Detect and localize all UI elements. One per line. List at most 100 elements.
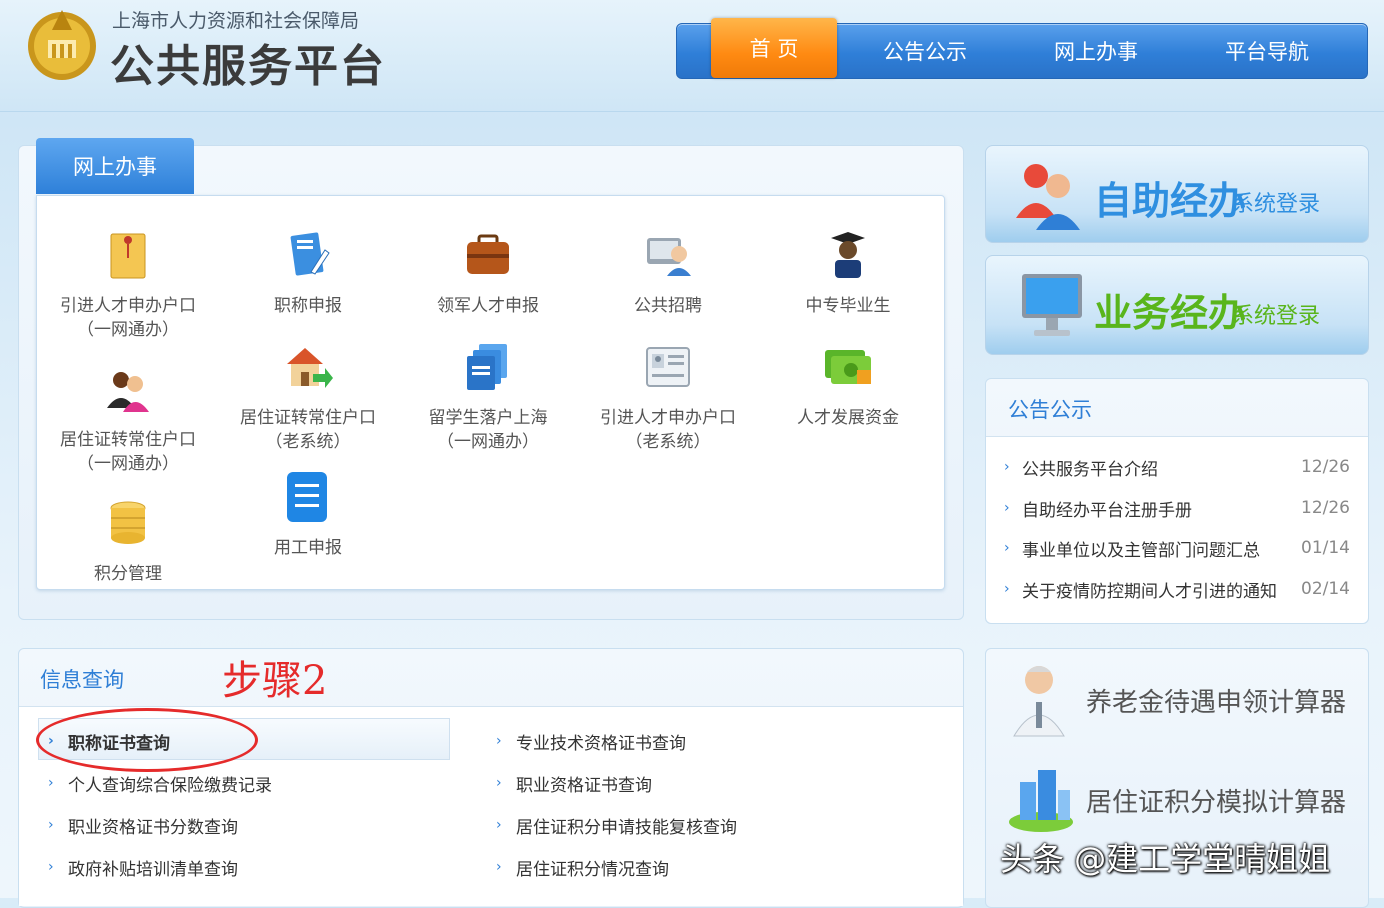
notice-item[interactable]: › 自助经办平台注册手册 12/26 bbox=[1004, 493, 1350, 523]
self-service-title: 自助经办 bbox=[1094, 179, 1247, 223]
service-talent-hukou-old[interactable]: 引进人才申办户口 （老系统） bbox=[578, 340, 758, 454]
chevron-right-icon: › bbox=[48, 859, 54, 875]
notices-title: 公告公示 bbox=[1008, 398, 1092, 422]
service-talent-fund[interactable]: 人才发展资金 bbox=[758, 340, 938, 430]
points-calculator-link[interactable]: 居住证积分模拟计算器 bbox=[1002, 756, 1362, 842]
query-skill-review[interactable]: › 居住证积分申请技能复核查询 bbox=[496, 810, 737, 840]
chevron-right-icon: › bbox=[496, 817, 502, 833]
service-label: 公共招聘 bbox=[634, 296, 702, 316]
query-label: 居住证积分情况查询 bbox=[516, 859, 669, 880]
query-label: 个人查询综合保险缴费记录 bbox=[68, 775, 272, 796]
platform-title: 公共服务平台 bbox=[110, 41, 386, 92]
chevron-right-icon: › bbox=[496, 859, 502, 875]
service-label: 居住证转常住户口 bbox=[60, 430, 196, 450]
service-overseas-students-settle[interactable]: 留学生落户上海 （一网通办） bbox=[398, 340, 578, 454]
chevron-right-icon: › bbox=[1004, 581, 1010, 597]
notice-text: 公共服务平台介绍 bbox=[1022, 459, 1158, 480]
service-sublabel: （老系统） bbox=[625, 432, 711, 452]
query-residence-points[interactable]: › 居住证积分情况查询 bbox=[496, 852, 669, 882]
envelope-icon bbox=[110, 233, 146, 279]
service-talent-hukou-ywtb[interactable]: 引进人才申办户口 （一网通办） bbox=[38, 228, 218, 342]
notice-text: 自助经办平台注册手册 bbox=[1022, 500, 1192, 521]
house-arrow-icon bbox=[287, 348, 333, 388]
query-vocational-certificate[interactable]: › 职业资格证书查询 bbox=[496, 768, 652, 798]
query-label: 职业资格证书查询 bbox=[516, 775, 652, 796]
query-label: 职业资格证书分数查询 bbox=[68, 817, 238, 838]
service-label: 引进人才申办户口 bbox=[60, 296, 196, 316]
nav-home[interactable]: 首 页 bbox=[711, 18, 837, 78]
query-professional-qualification[interactable]: › 专业技术资格证书查询 bbox=[496, 726, 686, 756]
self-service-login-banner[interactable]: 自助经办 系统登录 bbox=[985, 145, 1369, 243]
query-label: 政府补贴培训清单查询 bbox=[68, 859, 238, 880]
briefcase-icon bbox=[467, 234, 509, 274]
business-title: 业务经办 bbox=[1094, 291, 1247, 335]
service-label: 职称申报 bbox=[274, 296, 342, 316]
service-residence-to-hukou-ywtb[interactable]: 居住证转常住户口 （一网通办） bbox=[38, 362, 218, 476]
people-icon bbox=[107, 372, 149, 412]
notice-date: 12/26 bbox=[1301, 498, 1350, 518]
recruiter-icon bbox=[647, 238, 691, 276]
query-insurance-records[interactable]: › 个人查询综合保险缴费记录 bbox=[48, 768, 272, 798]
pension-calculator-label: 养老金待遇申领计算器 bbox=[1086, 688, 1347, 718]
nav-online-services[interactable]: 网上办事 bbox=[1013, 24, 1179, 78]
chevron-right-icon: › bbox=[1004, 459, 1010, 475]
self-service-subtitle: 系统登录 bbox=[1232, 192, 1321, 217]
service-sublabel: （一网通办） bbox=[77, 454, 179, 474]
service-sublabel: （一网通办） bbox=[437, 432, 539, 452]
chevron-right-icon: › bbox=[496, 775, 502, 791]
business-subtitle: 系统登录 bbox=[1232, 304, 1321, 329]
monitor-icon bbox=[1022, 274, 1082, 336]
chevron-right-icon: › bbox=[496, 733, 502, 749]
query-vocational-scores[interactable]: › 职业资格证书分数查询 bbox=[48, 810, 238, 840]
notice-date: 02/14 bbox=[1301, 579, 1350, 599]
service-sublabel: （一网通办） bbox=[77, 320, 179, 340]
service-label: 居住证转常住户口 bbox=[240, 408, 376, 428]
service-title-declaration[interactable]: 职称申报 bbox=[218, 228, 398, 318]
chevron-right-icon: › bbox=[1004, 540, 1010, 556]
buildings-icon bbox=[1009, 770, 1073, 832]
step-annotation: 步骤2 bbox=[222, 658, 328, 704]
users-icon bbox=[1016, 164, 1080, 230]
query-training-list[interactable]: › 政府补贴培训清单查询 bbox=[48, 852, 238, 882]
service-label: 人才发展资金 bbox=[797, 408, 899, 428]
query-label: 居住证积分申请技能复核查询 bbox=[516, 817, 737, 838]
chevron-right-icon: › bbox=[48, 817, 54, 833]
service-leading-talent[interactable]: 领军人才申报 bbox=[398, 228, 578, 318]
notice-item[interactable]: › 关于疫情防控期间人才引进的通知 02/14 bbox=[1004, 574, 1350, 604]
service-label: 中专毕业生 bbox=[805, 296, 891, 316]
service-points-management[interactable]: 积分管理 bbox=[38, 496, 218, 586]
service-label: 积分管理 bbox=[94, 564, 162, 584]
query-label: 专业技术资格证书查询 bbox=[516, 733, 686, 754]
service-sublabel: （老系统） bbox=[265, 432, 351, 452]
notice-item[interactable]: › 事业单位以及主管部门问题汇总 01/14 bbox=[1004, 533, 1350, 563]
emblem-logo-icon[interactable] bbox=[24, 6, 100, 82]
service-label: 留学生落户上海 bbox=[428, 408, 548, 428]
service-vocational-graduates[interactable]: 中专毕业生 bbox=[758, 228, 938, 318]
highlight-ellipse bbox=[36, 708, 258, 772]
service-label: 领军人才申报 bbox=[437, 296, 539, 316]
document-pen-icon bbox=[290, 232, 330, 276]
graduate-icon bbox=[831, 232, 865, 278]
chevron-right-icon: › bbox=[48, 775, 54, 791]
service-employment-declaration[interactable]: 用工申报 bbox=[218, 470, 398, 560]
nav-platform-guide[interactable]: 平台导航 bbox=[1179, 24, 1355, 78]
service-public-recruitment[interactable]: 公共招聘 bbox=[578, 228, 758, 318]
watermark-text: 头条 @建工学堂晴姐姐 bbox=[1000, 840, 1331, 878]
id-card-icon bbox=[646, 347, 690, 387]
service-label: 引进人才申办户口 bbox=[600, 408, 736, 428]
doctor-icon bbox=[1013, 666, 1065, 737]
notice-text: 关于疫情防控期间人才引进的通知 bbox=[1022, 581, 1277, 602]
business-login-banner[interactable]: 业务经办 系统登录 bbox=[985, 255, 1369, 355]
online-services-tab[interactable]: 网上办事 bbox=[36, 138, 194, 194]
nav-announcements[interactable]: 公告公示 bbox=[837, 24, 1013, 78]
notice-text: 事业单位以及主管部门问题汇总 bbox=[1022, 540, 1260, 561]
service-residence-to-hukou-old[interactable]: 居住证转常住户口 （老系统） bbox=[218, 340, 398, 454]
notice-item[interactable]: › 公共服务平台介绍 12/26 bbox=[1004, 452, 1350, 482]
info-query-title: 信息查询 bbox=[40, 668, 124, 692]
stacked-docs-icon bbox=[467, 344, 507, 390]
chevron-right-icon: › bbox=[1004, 500, 1010, 516]
main-nav: 首 页 公告公示 网上办事 平台导航 bbox=[676, 18, 1368, 79]
notice-date: 12/26 bbox=[1301, 457, 1350, 477]
pension-calculator-link[interactable]: 养老金待遇申领计算器 bbox=[1002, 656, 1362, 742]
coins-icon bbox=[110, 501, 146, 544]
